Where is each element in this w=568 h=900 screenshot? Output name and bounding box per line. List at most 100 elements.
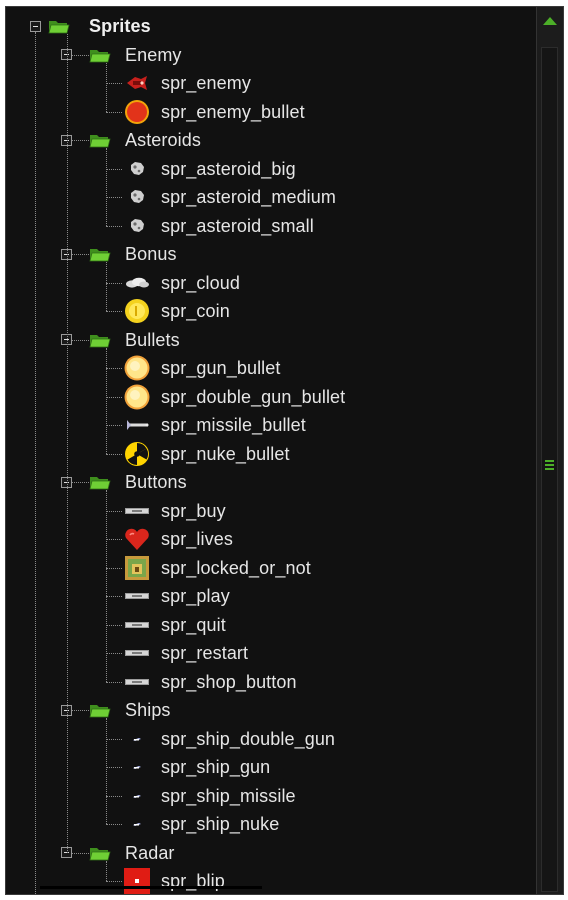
tree-node-radar[interactable]: Radar bbox=[122, 839, 178, 867]
tree-item-spr-shop-button[interactable]: spr_shop_button bbox=[158, 668, 300, 696]
tree-item-spr-buy[interactable]: spr_buy bbox=[158, 497, 229, 525]
tree-item-spr-cloud[interactable]: spr_cloud bbox=[158, 269, 243, 297]
tree-item-spr-missile-bullet[interactable]: spr_missile_bullet bbox=[158, 411, 309, 439]
yellow-orb-icon bbox=[124, 384, 150, 410]
tree-item-spr-nuke-bullet[interactable]: spr_nuke_bullet bbox=[158, 440, 293, 468]
tree-node-label: Buttons bbox=[125, 472, 187, 492]
tree-item-spr-quit[interactable]: spr_quit bbox=[158, 611, 229, 639]
tree-connector-line bbox=[106, 282, 122, 284]
button-sprite-icon bbox=[124, 612, 150, 638]
tree-item-label: spr_asteroid_big bbox=[161, 158, 296, 179]
tree-node-bonus[interactable]: Bonus bbox=[122, 240, 180, 268]
tree-connector-line bbox=[72, 482, 89, 484]
tree-item-spr-lives[interactable]: spr_lives bbox=[158, 525, 236, 553]
red-orb-icon bbox=[124, 99, 150, 125]
scrollbar-thumb[interactable] bbox=[541, 47, 558, 892]
tree-node-bullets[interactable]: Bullets bbox=[122, 326, 183, 354]
tree-item-spr-ship-nuke[interactable]: spr_ship_nuke bbox=[158, 810, 282, 838]
tree-item-label: spr_lives bbox=[161, 529, 233, 549]
tree-item-label: spr_play bbox=[161, 586, 230, 606]
tree-item-label: spr_buy bbox=[161, 500, 226, 521]
tree-connector-line bbox=[106, 347, 107, 454]
tree-node-label: Asteroids bbox=[125, 130, 201, 150]
folder-open-icon bbox=[48, 18, 70, 34]
tree-node-sprites[interactable]: Sprites bbox=[86, 12, 154, 40]
scroll-up-arrow-icon[interactable] bbox=[543, 17, 557, 25]
tree-item-label: spr_asteroid_small bbox=[161, 215, 314, 236]
tree-item-spr-restart[interactable]: spr_restart bbox=[158, 639, 251, 667]
tree-item-spr-locked-or-not[interactable]: spr_locked_or_not bbox=[158, 554, 314, 582]
tree-connector-line bbox=[106, 767, 122, 769]
button-sprite-icon bbox=[124, 669, 150, 695]
tree-item-spr-asteroid-small[interactable]: spr_asteroid_small bbox=[158, 212, 317, 240]
tree-item-label: spr_blip bbox=[161, 871, 225, 891]
tree-connector-line bbox=[106, 197, 122, 199]
asteroid-icon bbox=[124, 213, 150, 239]
asteroid-icon bbox=[124, 156, 150, 182]
tree-item-label: spr_double_gun_bullet bbox=[161, 386, 346, 407]
folder-open-icon bbox=[89, 845, 111, 861]
tree-connector-line bbox=[106, 718, 107, 825]
tree-connector-line bbox=[106, 168, 122, 170]
tree-connector-line bbox=[106, 795, 122, 797]
tree-item-spr-double-gun-bullet[interactable]: spr_double_gun_bullet bbox=[158, 383, 348, 411]
tree-item-label: spr_nuke_bullet bbox=[161, 443, 290, 464]
tree-item-spr-ship-double-gun[interactable]: spr_ship_double_gun bbox=[158, 725, 338, 753]
small-ship-icon bbox=[124, 783, 150, 809]
tree-node-label: Enemy bbox=[125, 44, 182, 65]
tree-connector-line bbox=[106, 490, 107, 682]
tree-connector-line bbox=[72, 710, 89, 712]
enemy-ship-icon bbox=[124, 70, 150, 96]
tree-item-label: spr_ship_missile bbox=[161, 785, 296, 806]
tree-node-ships[interactable]: Ships bbox=[122, 696, 174, 724]
tree-connector-line bbox=[106, 62, 107, 112]
yellow-orb-icon bbox=[124, 355, 150, 381]
tree-connector-line bbox=[106, 83, 122, 85]
tree-connector-line bbox=[106, 396, 122, 398]
tree-connector-line bbox=[106, 681, 122, 683]
missile-icon bbox=[124, 412, 150, 438]
tree-node-buttons[interactable]: Buttons bbox=[122, 468, 190, 496]
small-ship-icon bbox=[124, 754, 150, 780]
sprite-tree: Sprites Enemy spr_enemy spr_enemy_bullet Ast… bbox=[6, 7, 538, 894]
cloud-icon bbox=[124, 270, 150, 296]
tree-item-spr-asteroid-medium[interactable]: spr_asteroid_medium bbox=[158, 183, 339, 211]
tree-node-enemy[interactable]: Enemy bbox=[122, 41, 185, 69]
tree-connector-line bbox=[106, 311, 122, 313]
vertical-scrollbar[interactable] bbox=[536, 7, 563, 894]
tree-item-spr-blip[interactable]: spr_blip bbox=[158, 867, 228, 894]
tree-node-label: Radar bbox=[125, 842, 175, 863]
button-sprite-icon bbox=[124, 498, 150, 524]
tree-item-spr-ship-missile[interactable]: spr_ship_missile bbox=[158, 782, 299, 810]
tree-item-label: spr_gun_bullet bbox=[161, 358, 281, 378]
folder-open-icon bbox=[89, 246, 111, 262]
asteroid-icon bbox=[124, 184, 150, 210]
tree-item-label: spr_locked_or_not bbox=[161, 557, 311, 578]
tree-item-spr-enemy-bullet[interactable]: spr_enemy_bullet bbox=[158, 98, 308, 126]
tree-connector-line bbox=[106, 824, 122, 826]
tree-connector-line bbox=[106, 225, 122, 227]
tree-item-label: spr_asteroid_medium bbox=[161, 187, 336, 207]
tree-item-label: spr_cloud bbox=[161, 272, 240, 293]
tree-connector-line bbox=[106, 262, 107, 312]
tree-item-spr-gun-bullet[interactable]: spr_gun_bullet bbox=[158, 354, 284, 382]
tree-connector-line bbox=[106, 653, 122, 655]
tree-connector-line bbox=[67, 34, 68, 853]
tree-item-spr-enemy[interactable]: spr_enemy bbox=[158, 69, 254, 97]
tree-node-asteroids[interactable]: Asteroids bbox=[122, 126, 204, 154]
tree-connector-line bbox=[106, 596, 122, 598]
small-ship-icon bbox=[124, 726, 150, 752]
tree-item-spr-ship-gun[interactable]: spr_ship_gun bbox=[158, 753, 273, 781]
folder-open-icon bbox=[89, 474, 111, 490]
tree-node-label: Bullets bbox=[125, 329, 180, 350]
collapse-sprites-toggle[interactable] bbox=[30, 20, 41, 32]
tree-item-spr-coin[interactable]: spr_coin bbox=[158, 297, 233, 325]
tree-connector-line bbox=[106, 425, 122, 427]
tree-connector-line bbox=[106, 453, 122, 455]
tree-connector-line bbox=[106, 510, 122, 512]
tree-item-label: spr_ship_double_gun bbox=[161, 728, 336, 749]
tree-item-spr-play[interactable]: spr_play bbox=[158, 582, 233, 610]
tree-item-label: spr_ship_gun bbox=[161, 757, 271, 777]
tree-connector-line bbox=[106, 539, 122, 541]
tree-item-spr-asteroid-big[interactable]: spr_asteroid_big bbox=[158, 155, 299, 183]
